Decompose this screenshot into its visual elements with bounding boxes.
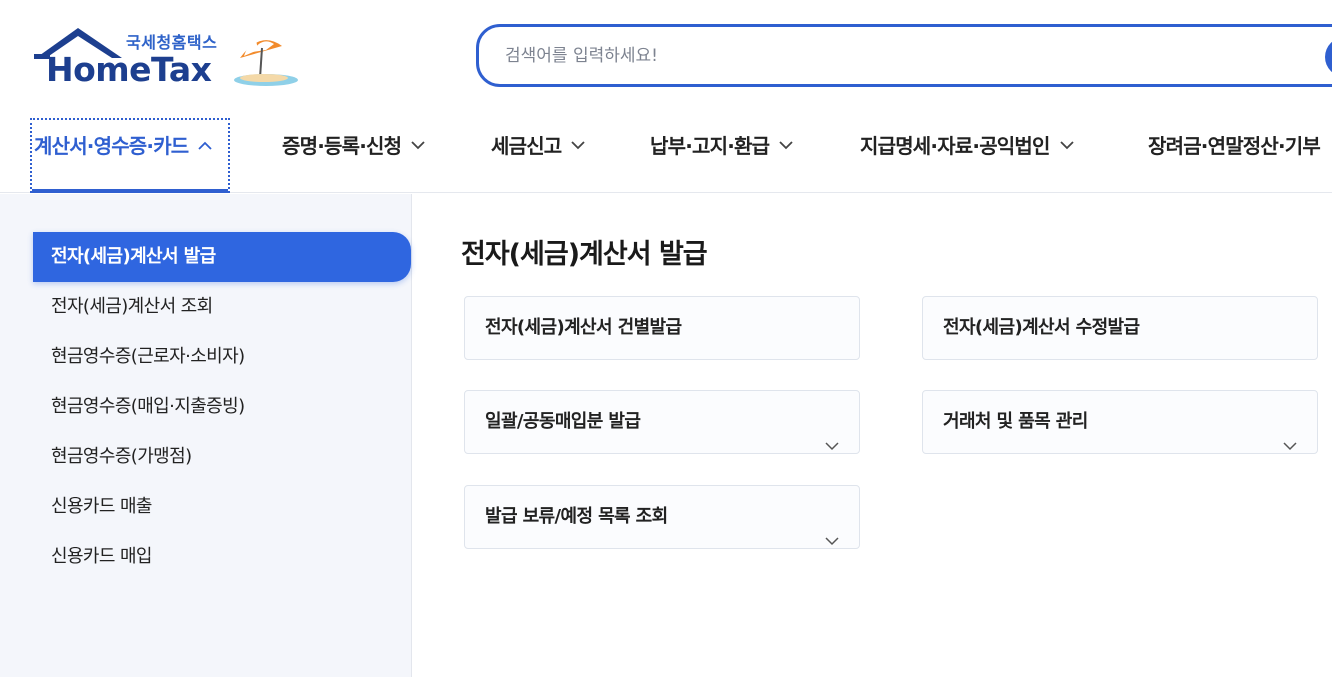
sidebar-item-cash-receipt-merchant[interactable]: 현금영수증(가맹점) — [33, 432, 411, 482]
site-header: 국세청홈택스 HomeTax 계산서·영수증·카드 증명·등록·신청 세금신고 … — [0, 0, 1332, 193]
chevron-down-icon — [1283, 415, 1297, 477]
chevron-down-icon — [825, 415, 839, 477]
search-button[interactable] — [1325, 37, 1332, 77]
card-bulk-joint-purchase-issue[interactable]: 일괄/공동매입분 발급 — [464, 390, 860, 454]
card-label: 전자(세금)계산서 수정발급 — [943, 317, 1140, 338]
sidebar-item-cash-receipt-consumer[interactable]: 현금영수증(근로자·소비자) — [33, 332, 411, 382]
card-label: 발급 보류/예정 목록 조회 — [485, 506, 668, 527]
chevron-down-icon — [779, 131, 793, 155]
card-label: 전자(세금)계산서 건별발급 — [485, 317, 682, 338]
sidebar-item-e-invoice-issue[interactable]: 전자(세금)계산서 발급 — [33, 232, 411, 282]
main-content: 전자(세금)계산서 발급 전자(세금)계산서 건별발급 전자(세금)계산서 수정… — [412, 194, 1332, 677]
card-amended-issue[interactable]: 전자(세금)계산서 수정발급 — [922, 296, 1318, 360]
gnb-item-label: 장려금·연말정산·기부 — [1148, 134, 1321, 158]
chevron-down-icon — [411, 131, 425, 155]
chevron-up-icon — [198, 131, 213, 155]
chevron-down-icon — [825, 510, 839, 572]
sidebar-item-credit-card-sales[interactable]: 신용카드 매출 — [33, 482, 411, 532]
sidebar: 전자(세금)계산서 발급 전자(세금)계산서 조회 현금영수증(근로자·소비자)… — [0, 194, 412, 677]
card-label: 거래처 및 품목 관리 — [943, 411, 1088, 432]
sidebar-item-credit-card-purchase[interactable]: 신용카드 매입 — [33, 532, 411, 582]
search-input[interactable] — [505, 43, 1305, 69]
card-hold-scheduled-list[interactable]: 발급 보류/예정 목록 조회 — [464, 485, 860, 549]
main-navigation: 계산서·영수증·카드 증명·등록·신청 세금신고 납부·고지·환급 지급명세·자… — [0, 118, 1332, 193]
gnb-item-payment-refund[interactable]: 납부·고지·환급 — [650, 118, 793, 193]
gnb-item-certificate-registration[interactable]: 증명·등록·신청 — [282, 118, 425, 193]
sidebar-item-e-invoice-inquiry[interactable]: 전자(세금)계산서 조회 — [33, 282, 411, 332]
gnb-item-label: 납부·고지·환급 — [650, 134, 770, 158]
gnb-item-label: 계산서·영수증·카드 — [34, 134, 189, 158]
search-box — [476, 24, 1332, 87]
chevron-down-icon — [1059, 131, 1074, 155]
logo-english-text: HomeTax — [46, 50, 212, 89]
card-label: 일괄/공동매입분 발급 — [485, 411, 641, 432]
gnb-item-label: 세금신고 — [491, 134, 562, 158]
gnb-item-invoice-receipt-card[interactable]: 계산서·영수증·카드 — [30, 118, 230, 193]
active-indicator — [32, 189, 228, 193]
chevron-down-icon — [571, 131, 586, 155]
gnb-item-label: 지급명세·자료·공익법인 — [860, 134, 1050, 158]
card-client-item-management[interactable]: 거래처 및 품목 관리 — [922, 390, 1318, 454]
gnb-item-incentive-year-end[interactable]: 장려금·연말정산·기부 — [1148, 118, 1321, 193]
card-individual-issue[interactable]: 전자(세금)계산서 건별발급 — [464, 296, 860, 360]
hometax-logo[interactable]: 국세청홈택스 HomeTax — [32, 26, 302, 90]
beach-umbrella-icon — [234, 40, 298, 86]
page-title: 전자(세금)계산서 발급 — [461, 239, 708, 270]
gnb-item-label: 증명·등록·신청 — [282, 134, 402, 158]
gnb-item-payment-statement[interactable]: 지급명세·자료·공익법인 — [860, 118, 1074, 193]
sidebar-item-cash-receipt-purchase[interactable]: 현금영수증(매입·지출증빙) — [33, 382, 411, 432]
gnb-item-tax-return[interactable]: 세금신고 — [491, 118, 586, 193]
